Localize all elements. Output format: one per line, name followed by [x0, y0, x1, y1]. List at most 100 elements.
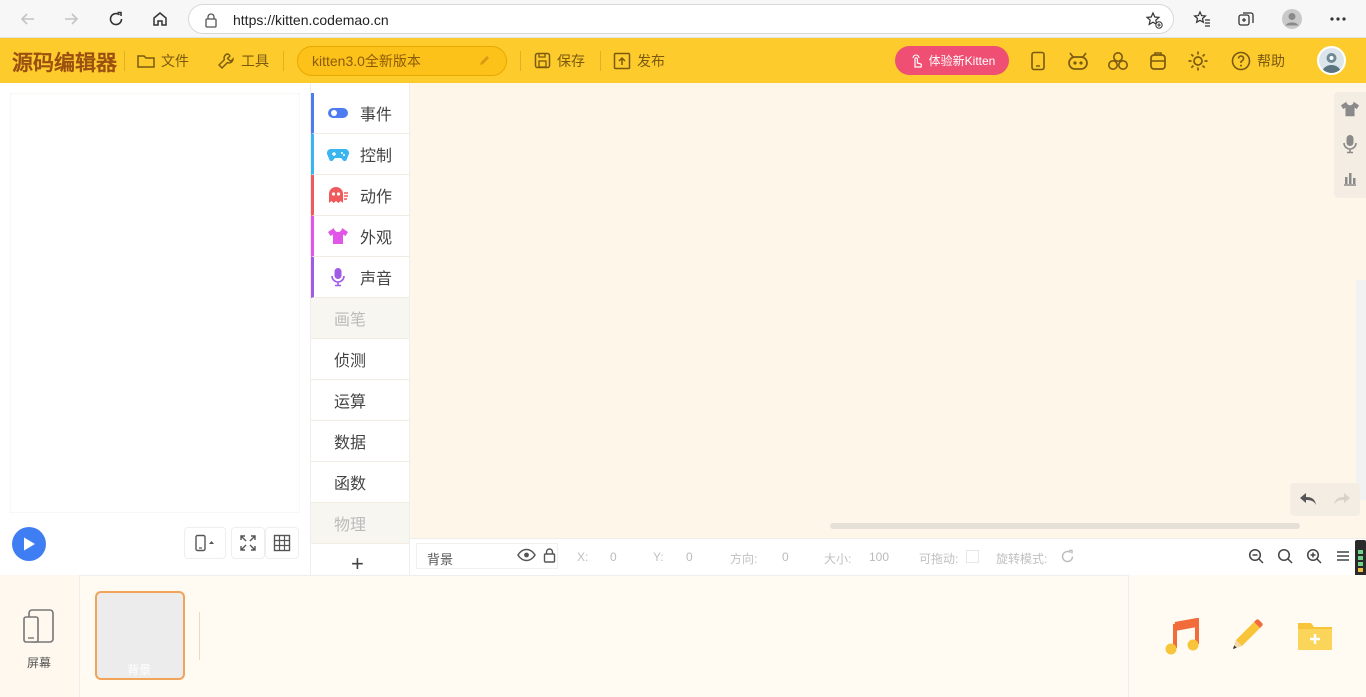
category-motion[interactable]: 动作: [311, 175, 409, 216]
category-label: 声音: [360, 271, 393, 288]
help-icon: [1231, 51, 1251, 70]
size-value[interactable]: 100: [869, 550, 889, 564]
tools-menu-label: 工具: [241, 52, 269, 69]
zoom-reset-button[interactable]: [1274, 545, 1296, 567]
home-button[interactable]: [147, 6, 173, 32]
category-operators[interactable]: 运算: [311, 380, 409, 421]
gamepad-icon: [326, 144, 350, 164]
save-button[interactable]: 保存: [534, 38, 585, 83]
save-icon: [534, 52, 551, 69]
grid-toggle-button[interactable]: [265, 527, 299, 559]
backpack-icon: [1150, 52, 1166, 70]
category-physics[interactable]: 物理: [311, 503, 409, 544]
device-select-button[interactable]: [184, 527, 226, 559]
profile-button[interactable]: [1279, 6, 1305, 32]
try-new-kitten-label: 体验新Kitten: [928, 54, 996, 68]
save-label: 保存: [557, 52, 585, 69]
forward-button[interactable]: [58, 6, 84, 32]
collections-icon: [1238, 12, 1254, 26]
app-logo: 源码编辑器: [12, 51, 117, 75]
vertical-scrollbar[interactable]: [1356, 280, 1366, 500]
file-menu[interactable]: 文件: [137, 38, 189, 83]
category-events[interactable]: 事件: [311, 93, 409, 134]
paint-pencil-icon[interactable]: [1227, 617, 1265, 655]
favorite-add-icon[interactable]: [1145, 11, 1163, 29]
category-functions[interactable]: 函数: [311, 462, 409, 503]
zoom-out-icon: [1248, 548, 1264, 564]
category-sound[interactable]: 声音: [311, 257, 409, 298]
project-name-field[interactable]: kitten3.0全新版本: [297, 46, 507, 76]
zoom-in-button[interactable]: [1303, 545, 1325, 567]
y-value[interactable]: 0: [686, 550, 693, 564]
music-note-icon[interactable]: [1163, 618, 1201, 656]
stage-canvas[interactable]: [10, 93, 300, 513]
publish-label: 发布: [637, 52, 665, 69]
wrench-icon: [218, 52, 234, 69]
run-button[interactable]: [12, 527, 46, 561]
add-category-button[interactable]: +: [351, 551, 364, 577]
block-category-list: 事件 控制 动作 外观 声音 画笔 侦测 运算 数据 函数 物理 +: [310, 83, 410, 577]
zoom-reset-icon: [1277, 548, 1293, 564]
help-label: 帮助: [1257, 52, 1285, 69]
folder-icon: [137, 54, 155, 68]
reload-icon: [109, 11, 123, 26]
category-control[interactable]: 控制: [311, 134, 409, 175]
play-icon: [24, 537, 35, 551]
add-asset-panel: [1128, 575, 1366, 697]
category-sensing[interactable]: 侦测: [311, 339, 409, 380]
code-workspace[interactable]: [410, 83, 1356, 538]
pencil-icon[interactable]: [478, 55, 490, 67]
direction-label: 方向:: [730, 552, 758, 566]
favorites-button[interactable]: [1189, 6, 1215, 32]
workspace-menu-button[interactable]: [1332, 545, 1354, 567]
statistics-chart-icon[interactable]: [1342, 170, 1358, 186]
screen-tab[interactable]: 屏幕: [0, 575, 80, 697]
add-folder-icon[interactable]: [1297, 619, 1333, 651]
user-avatar[interactable]: [1317, 46, 1346, 75]
collections-button[interactable]: [1233, 6, 1259, 32]
sprite-name-field[interactable]: 背景: [416, 543, 558, 569]
category-looks[interactable]: 外观: [311, 216, 409, 257]
lock-sprite-icon[interactable]: [543, 547, 556, 563]
category-data[interactable]: 数据: [311, 421, 409, 462]
undo-icon[interactable]: [1298, 491, 1318, 507]
help-button[interactable]: 帮助: [1231, 38, 1285, 83]
home-icon: [153, 12, 167, 26]
back-arrow-icon: [20, 13, 34, 25]
sound-microphone-icon[interactable]: [1342, 134, 1358, 154]
draggable-checkbox[interactable]: [966, 550, 979, 563]
category-label: 物理: [334, 517, 367, 534]
profile-icon: [1282, 9, 1302, 29]
address-bar[interactable]: https://kitten.codemao.cn: [188, 4, 1174, 34]
hexagons-icon: [1108, 52, 1128, 70]
back-button[interactable]: [15, 6, 41, 32]
toolbar-divider: [124, 51, 125, 71]
extensions-button[interactable]: [1106, 49, 1130, 73]
eye-icon[interactable]: [517, 548, 536, 562]
file-menu-label: 文件: [161, 52, 189, 69]
redo-icon[interactable]: [1332, 491, 1352, 507]
more-button[interactable]: [1325, 6, 1351, 32]
direction-value[interactable]: 0: [782, 550, 789, 564]
category-pen[interactable]: 画笔: [311, 298, 409, 339]
x-value[interactable]: 0: [610, 550, 617, 564]
fullscreen-button[interactable]: [231, 527, 265, 559]
backpack-button[interactable]: [1146, 49, 1170, 73]
hand-tap-icon: [912, 54, 922, 68]
size-label: 大小:: [824, 552, 852, 566]
background-sprite-card[interactable]: 背景: [95, 591, 185, 680]
robot-button[interactable]: [1066, 49, 1090, 73]
device-preview-button[interactable]: [1026, 49, 1050, 73]
reload-button[interactable]: [103, 6, 129, 32]
zoom-out-button[interactable]: [1245, 545, 1267, 567]
url-text: https://kitten.codemao.cn: [233, 12, 389, 28]
settings-button[interactable]: [1186, 49, 1210, 73]
category-label: 外观: [360, 230, 393, 247]
try-new-kitten-button[interactable]: 体验新Kitten: [895, 46, 1009, 75]
publish-button[interactable]: 发布: [613, 38, 665, 83]
tools-menu[interactable]: 工具: [217, 38, 269, 83]
horizontal-scrollbar[interactable]: [830, 523, 1300, 529]
rotate-icon[interactable]: [1060, 549, 1075, 564]
costume-shirt-icon[interactable]: [1340, 100, 1360, 118]
favorites-star-icon: [1193, 10, 1210, 27]
